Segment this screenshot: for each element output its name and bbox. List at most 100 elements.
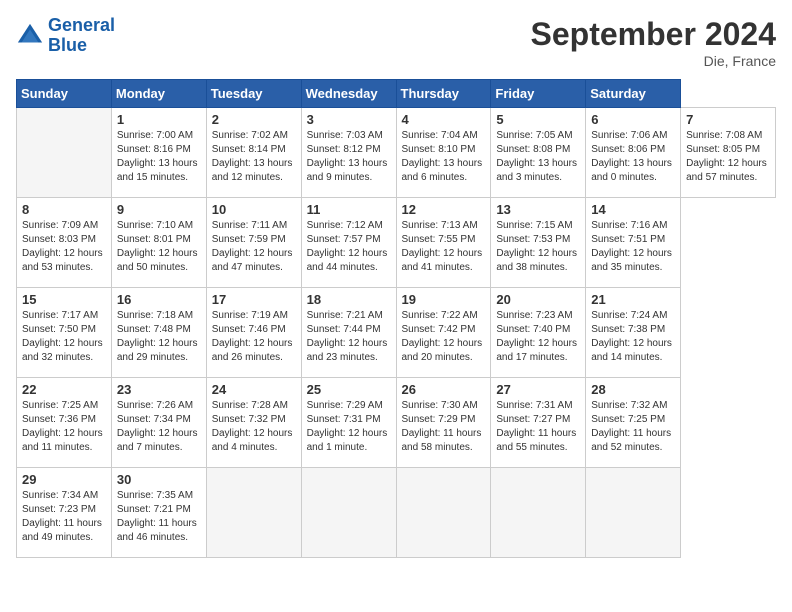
- month-title: September 2024: [531, 16, 776, 53]
- calendar-cell: 6 Sunrise: 7:06 AMSunset: 8:06 PMDaylight…: [586, 108, 681, 198]
- day-detail: Sunrise: 7:21 AMSunset: 7:44 PMDaylight:…: [307, 309, 391, 365]
- calendar-cell: 12 Sunrise: 7:13 AMSunset: 7:55 PMDayligh…: [396, 198, 491, 288]
- calendar-cell: 15 Sunrise: 7:17 AMSunset: 7:50 PMDayligh…: [17, 288, 112, 378]
- day-detail: Sunrise: 7:26 AMSunset: 7:34 PMDaylight:…: [117, 399, 201, 455]
- day-number: 1: [117, 112, 201, 127]
- calendar-cell: [17, 108, 112, 198]
- day-number: 25: [307, 382, 391, 397]
- calendar-cell: 3Sunrise: 7:03 AMSunset: 8:12 PMDaylight…: [301, 108, 396, 198]
- day-number: 11: [307, 202, 391, 217]
- day-header-tuesday: Tuesday: [206, 80, 301, 108]
- calendar-cell: 29Sunrise: 7:34 AMSunset: 7:23 PMDayligh…: [17, 468, 112, 558]
- location: Die, France: [531, 53, 776, 69]
- day-number: 12: [402, 202, 486, 217]
- calendar-cell: [586, 468, 681, 558]
- calendar-cell: 26Sunrise: 7:30 AMSunset: 7:29 PMDayligh…: [396, 378, 491, 468]
- logo: General Blue: [16, 16, 115, 56]
- day-detail: Sunrise: 7:23 AMSunset: 7:40 PMDaylight:…: [496, 309, 580, 365]
- calendar-cell: 10 Sunrise: 7:11 AMSunset: 7:59 PMDayligh…: [206, 198, 301, 288]
- calendar-cell: 22 Sunrise: 7:25 AMSunset: 7:36 PMDayligh…: [17, 378, 112, 468]
- calendar-cell: 5 Sunrise: 7:05 AMSunset: 8:08 PMDaylight…: [491, 108, 586, 198]
- calendar-week-1: 8 Sunrise: 7:09 AMSunset: 8:03 PMDaylight…: [17, 198, 776, 288]
- day-number: 10: [212, 202, 296, 217]
- day-header-monday: Monday: [111, 80, 206, 108]
- day-detail: Sunrise: 7:09 AMSunset: 8:03 PMDaylight:…: [22, 219, 106, 275]
- day-number: 30: [117, 472, 201, 487]
- day-number: 18: [307, 292, 391, 307]
- calendar-cell: [491, 468, 586, 558]
- calendar-week-2: 15 Sunrise: 7:17 AMSunset: 7:50 PMDayligh…: [17, 288, 776, 378]
- calendar-week-0: 1 Sunrise: 7:00 AMSunset: 8:16 PMDaylight…: [17, 108, 776, 198]
- day-detail: Sunrise: 7:13 AMSunset: 7:55 PMDaylight:…: [402, 219, 486, 275]
- day-detail: Sunrise: 7:34 AMSunset: 7:23 PMDaylight:…: [22, 489, 106, 545]
- day-number: 28: [591, 382, 675, 397]
- day-detail: Sunrise: 7:17 AMSunset: 7:50 PMDaylight:…: [22, 309, 106, 365]
- day-detail: Sunrise: 7:32 AMSunset: 7:25 PMDaylight:…: [591, 399, 675, 455]
- day-number: 7: [686, 112, 770, 127]
- day-number: 2: [212, 112, 296, 127]
- day-number: 6: [591, 112, 675, 127]
- day-header-friday: Friday: [491, 80, 586, 108]
- day-header-wednesday: Wednesday: [301, 80, 396, 108]
- day-number: 20: [496, 292, 580, 307]
- day-detail: Sunrise: 7:35 AMSunset: 7:21 PMDaylight:…: [117, 489, 201, 545]
- day-detail: Sunrise: 7:04 AMSunset: 8:10 PMDaylight:…: [402, 129, 486, 185]
- day-detail: Sunrise: 7:11 AMSunset: 7:59 PMDaylight:…: [212, 219, 296, 275]
- calendar-cell: 4 Sunrise: 7:04 AMSunset: 8:10 PMDaylight…: [396, 108, 491, 198]
- day-detail: Sunrise: 7:15 AMSunset: 7:53 PMDaylight:…: [496, 219, 580, 275]
- day-number: 21: [591, 292, 675, 307]
- day-detail: Sunrise: 7:05 AMSunset: 8:08 PMDaylight:…: [496, 129, 580, 185]
- calendar-cell: 11Sunrise: 7:12 AMSunset: 7:57 PMDayligh…: [301, 198, 396, 288]
- day-header-saturday: Saturday: [586, 80, 681, 108]
- day-detail: Sunrise: 7:19 AMSunset: 7:46 PMDaylight:…: [212, 309, 296, 365]
- page-header: General Blue September 2024 Die, France: [16, 16, 776, 69]
- day-number: 16: [117, 292, 201, 307]
- calendar-cell: 14Sunrise: 7:16 AMSunset: 7:51 PMDayligh…: [586, 198, 681, 288]
- day-detail: Sunrise: 7:02 AMSunset: 8:14 PMDaylight:…: [212, 129, 296, 185]
- calendar-cell: 27 Sunrise: 7:31 AMSunset: 7:27 PMDayligh…: [491, 378, 586, 468]
- day-header-sunday: Sunday: [17, 80, 112, 108]
- day-number: 13: [496, 202, 580, 217]
- day-number: 15: [22, 292, 106, 307]
- calendar-cell: 19 Sunrise: 7:22 AMSunset: 7:42 PMDayligh…: [396, 288, 491, 378]
- day-detail: Sunrise: 7:08 AMSunset: 8:05 PMDaylight:…: [686, 129, 770, 185]
- day-number: 22: [22, 382, 106, 397]
- calendar-cell: 2 Sunrise: 7:02 AMSunset: 8:14 PMDaylight…: [206, 108, 301, 198]
- day-header-thursday: Thursday: [396, 80, 491, 108]
- day-detail: Sunrise: 7:10 AMSunset: 8:01 PMDaylight:…: [117, 219, 201, 275]
- calendar-cell: 30 Sunrise: 7:35 AMSunset: 7:21 PMDayligh…: [111, 468, 206, 558]
- day-number: 4: [402, 112, 486, 127]
- day-detail: Sunrise: 7:30 AMSunset: 7:29 PMDaylight:…: [402, 399, 486, 455]
- calendar-week-3: 22 Sunrise: 7:25 AMSunset: 7:36 PMDayligh…: [17, 378, 776, 468]
- calendar-cell: 23 Sunrise: 7:26 AMSunset: 7:34 PMDayligh…: [111, 378, 206, 468]
- day-number: 27: [496, 382, 580, 397]
- day-detail: Sunrise: 7:24 AMSunset: 7:38 PMDaylight:…: [591, 309, 675, 365]
- day-detail: Sunrise: 7:00 AMSunset: 8:16 PMDaylight:…: [117, 129, 201, 185]
- day-number: 23: [117, 382, 201, 397]
- logo-text: General Blue: [48, 16, 115, 56]
- calendar-week-4: 29Sunrise: 7:34 AMSunset: 7:23 PMDayligh…: [17, 468, 776, 558]
- day-detail: Sunrise: 7:29 AMSunset: 7:31 PMDaylight:…: [307, 399, 391, 455]
- calendar-cell: 8 Sunrise: 7:09 AMSunset: 8:03 PMDaylight…: [17, 198, 112, 288]
- calendar-cell: [396, 468, 491, 558]
- calendar-table: SundayMondayTuesdayWednesdayThursdayFrid…: [16, 79, 776, 558]
- day-number: 14: [591, 202, 675, 217]
- day-number: 19: [402, 292, 486, 307]
- day-number: 9: [117, 202, 201, 217]
- calendar-cell: 16Sunrise: 7:18 AMSunset: 7:48 PMDayligh…: [111, 288, 206, 378]
- calendar-cell: [301, 468, 396, 558]
- day-detail: Sunrise: 7:25 AMSunset: 7:36 PMDaylight:…: [22, 399, 106, 455]
- day-detail: Sunrise: 7:06 AMSunset: 8:06 PMDaylight:…: [591, 129, 675, 185]
- day-detail: Sunrise: 7:03 AMSunset: 8:12 PMDaylight:…: [307, 129, 391, 185]
- calendar-cell: 25 Sunrise: 7:29 AMSunset: 7:31 PMDayligh…: [301, 378, 396, 468]
- calendar-cell: 24Sunrise: 7:28 AMSunset: 7:32 PMDayligh…: [206, 378, 301, 468]
- calendar-cell: 20 Sunrise: 7:23 AMSunset: 7:40 PMDayligh…: [491, 288, 586, 378]
- day-detail: Sunrise: 7:22 AMSunset: 7:42 PMDaylight:…: [402, 309, 486, 365]
- calendar-cell: 9 Sunrise: 7:10 AMSunset: 8:01 PMDaylight…: [111, 198, 206, 288]
- calendar-cell: [206, 468, 301, 558]
- calendar-cell: 18 Sunrise: 7:21 AMSunset: 7:44 PMDayligh…: [301, 288, 396, 378]
- calendar-cell: 13 Sunrise: 7:15 AMSunset: 7:53 PMDayligh…: [491, 198, 586, 288]
- day-detail: Sunrise: 7:31 AMSunset: 7:27 PMDaylight:…: [496, 399, 580, 455]
- day-number: 8: [22, 202, 106, 217]
- day-number: 5: [496, 112, 580, 127]
